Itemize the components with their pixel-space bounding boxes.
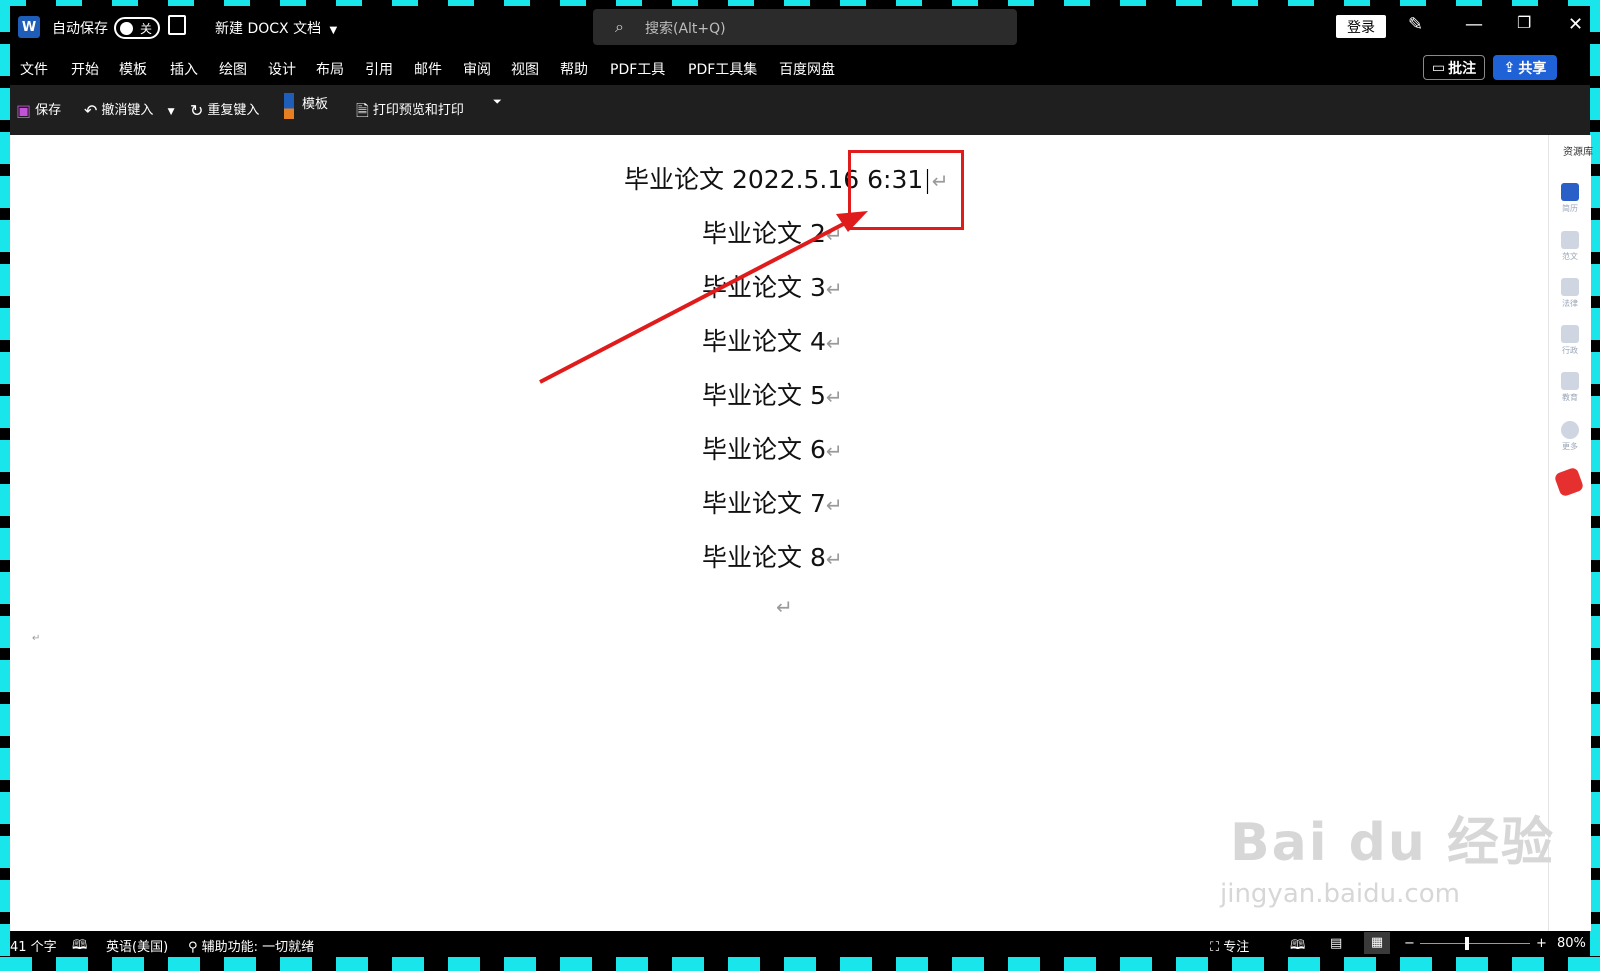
- essay-icon[interactable]: [1561, 231, 1579, 249]
- accessibility-icon: ⚲: [188, 940, 198, 955]
- accessibility-status[interactable]: ⚲ 辅助功能: 一切就绪: [188, 936, 314, 955]
- print-layout-icon[interactable]: ▤: [1330, 936, 1342, 951]
- more-label: 更多: [1562, 442, 1578, 451]
- education-icon[interactable]: [1561, 372, 1579, 390]
- essay-label: 范文: [1562, 252, 1578, 261]
- law-label: 法律: [1562, 299, 1578, 308]
- resource-panel-title: 资源库: [1563, 147, 1593, 158]
- zoom-out-button[interactable]: −: [1404, 936, 1415, 951]
- law-icon[interactable]: [1561, 278, 1579, 296]
- status-bar: 41 个字 🕮 英语(美国) ⚲ 辅助功能: 一切就绪 ⛶ 专注 🕮 ▤ ▦ −…: [10, 931, 1590, 957]
- zoom-slider-track[interactable]: [1420, 943, 1530, 944]
- red-envelope-icon[interactable]: [1553, 466, 1585, 498]
- more-icon[interactable]: [1561, 421, 1579, 439]
- watermark-brand: Bai du 经验: [1230, 813, 1555, 873]
- admin-icon[interactable]: [1561, 325, 1579, 343]
- proofing-icon[interactable]: 🕮: [72, 936, 87, 958]
- focus-label: 专注: [1223, 940, 1250, 955]
- baidu-watermark: Bai du 经验 jingyan.baidu.com: [1220, 800, 1555, 909]
- zoom-slider-thumb[interactable]: [1465, 937, 1469, 950]
- focus-icon: ⛶: [1210, 940, 1220, 955]
- language-indicator[interactable]: 英语(美国): [106, 936, 168, 955]
- web-layout-icon[interactable]: ▦: [1364, 932, 1390, 954]
- accessibility-label: 辅助功能: 一切就绪: [201, 940, 315, 955]
- zoom-in-button[interactable]: +: [1536, 936, 1547, 951]
- education-label: 教育: [1562, 393, 1578, 402]
- word-count[interactable]: 41 个字: [10, 936, 57, 955]
- annotation-arrow-head: [836, 211, 868, 232]
- admin-label: 行政: [1562, 346, 1578, 355]
- annotation-arrow-shaft: [539, 216, 856, 384]
- resume-icon[interactable]: [1561, 183, 1579, 201]
- watermark-url: jingyan.baidu.com: [1220, 879, 1460, 909]
- zoom-level[interactable]: 80%: [1557, 936, 1586, 951]
- resume-label: 简历: [1562, 204, 1578, 213]
- focus-mode-button[interactable]: ⛶ 专注: [1210, 936, 1249, 955]
- read-mode-icon[interactable]: 🕮: [1290, 936, 1305, 958]
